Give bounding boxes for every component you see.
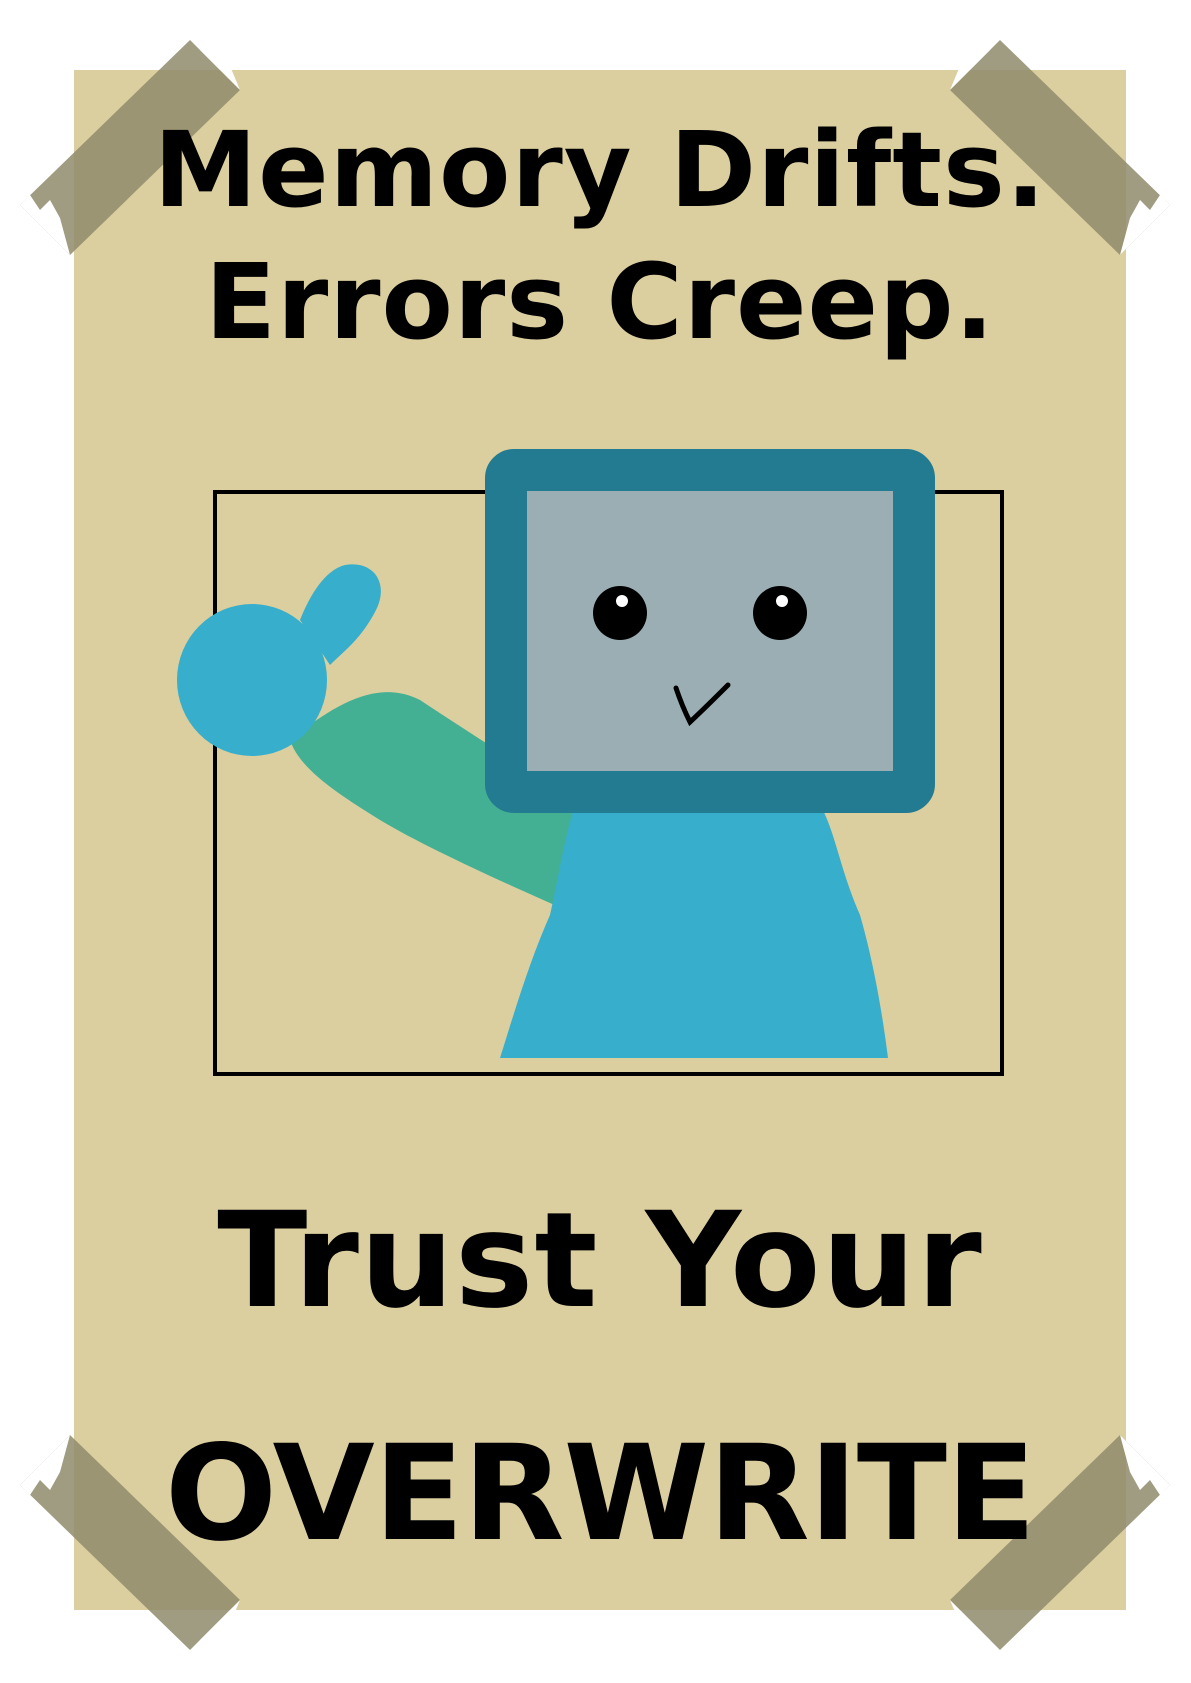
tagline-line-1-text: Trust Your: [217, 1184, 983, 1338]
headline-line-1-text: Memory Drifts.: [153, 109, 1047, 231]
tagline-line-1: Trust Your: [74, 1195, 1126, 1327]
headline-line-2-text: Errors Creep.: [204, 241, 996, 363]
poster-page: Memory Drifts. Errors Creep. Trust Your …: [0, 0, 1191, 1683]
headline-line-1: Memory Drifts.: [74, 118, 1126, 222]
tagline-line-2: OVERWRITE: [74, 1428, 1126, 1560]
headline-line-2: Errors Creep.: [74, 250, 1126, 354]
tagline-line-2-text: OVERWRITE: [164, 1417, 1036, 1571]
